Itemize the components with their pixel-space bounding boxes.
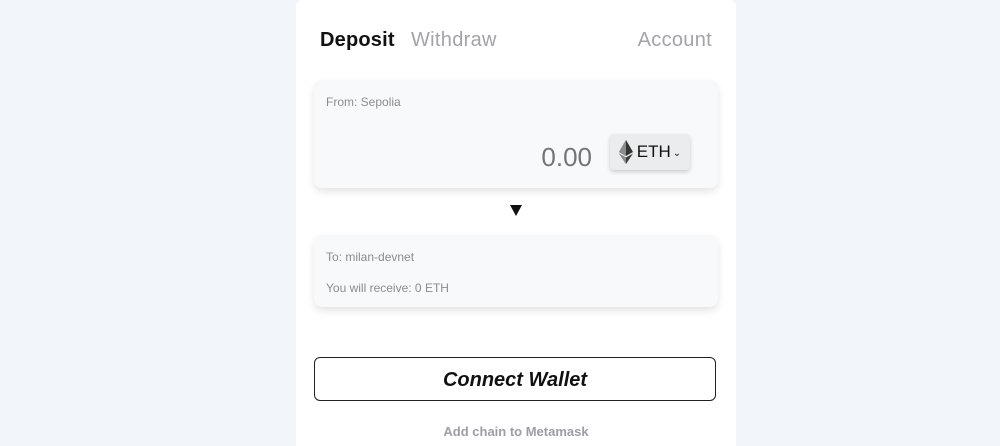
tab-deposit[interactable]: Deposit [320,28,395,52]
from-network-label: From: Sepolia [326,95,401,109]
tab-bar: Deposit Withdraw Account [320,28,712,54]
token-symbol: ETH [636,142,671,161]
token-select-button[interactable]: ETH ⌄ [610,134,690,170]
ethereum-icon [618,140,633,164]
tab-withdraw[interactable]: Withdraw [411,28,497,52]
amount-input[interactable] [392,142,592,172]
chevron-down-icon: ⌄ [672,147,682,159]
add-chain-link[interactable]: Add chain to Metamask [296,424,736,440]
bridge-card: Deposit Withdraw Account From: Sepolia E… [296,0,736,446]
from-panel: From: Sepolia ETH ⌄ [314,80,718,188]
to-network-label: To: milan-devnet [326,250,415,264]
tab-account[interactable]: Account [638,28,712,52]
connect-wallet-button[interactable]: Connect Wallet [314,357,716,401]
receive-amount-text: You will receive: 0 ETH [326,281,449,295]
to-panel: To: milan-devnet You will receive: 0 ETH [314,235,718,307]
arrow-down-icon [510,205,522,216]
